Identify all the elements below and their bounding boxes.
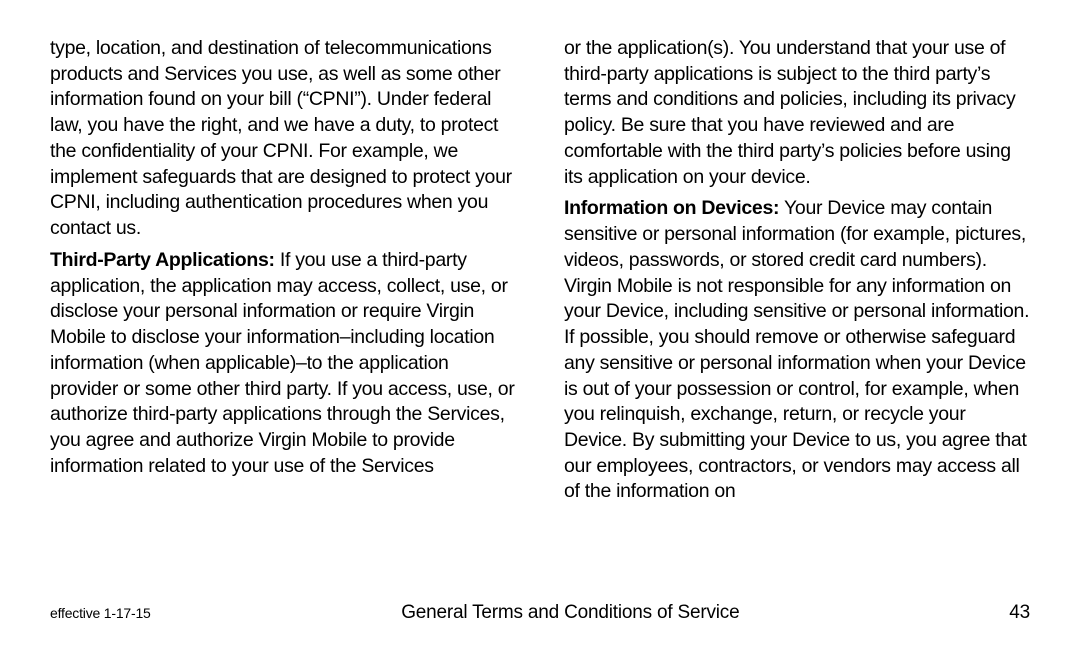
- footer-page-number: 43: [990, 602, 1030, 624]
- heading-third-party-apps: Third-Party Applications:: [50, 249, 275, 271]
- left-column: type, location, and destination of telec…: [50, 36, 516, 584]
- footer-effective-date: effective 1-17-15: [50, 605, 151, 621]
- document-body: type, location, and destination of telec…: [50, 36, 1030, 584]
- paragraph-info-on-devices: Information on Devices: Your Device may …: [564, 196, 1030, 505]
- heading-info-on-devices: Information on Devices:: [564, 197, 779, 219]
- body-info-on-devices: Your Device may contain sensitive or per…: [564, 197, 1029, 502]
- right-column: or the application(s). You understand th…: [564, 36, 1030, 584]
- body-third-party-apps: If you use a third-party application, th…: [50, 249, 515, 477]
- paragraph-cpni: type, location, and destination of telec…: [50, 36, 516, 242]
- page-footer: effective 1-17-15 General Terms and Cond…: [50, 584, 1030, 624]
- footer-title: General Terms and Conditions of Service: [151, 602, 990, 624]
- paragraph-third-party-continued: or the application(s). You understand th…: [564, 36, 1030, 190]
- paragraph-third-party-apps: Third-Party Applications: If you use a t…: [50, 248, 516, 480]
